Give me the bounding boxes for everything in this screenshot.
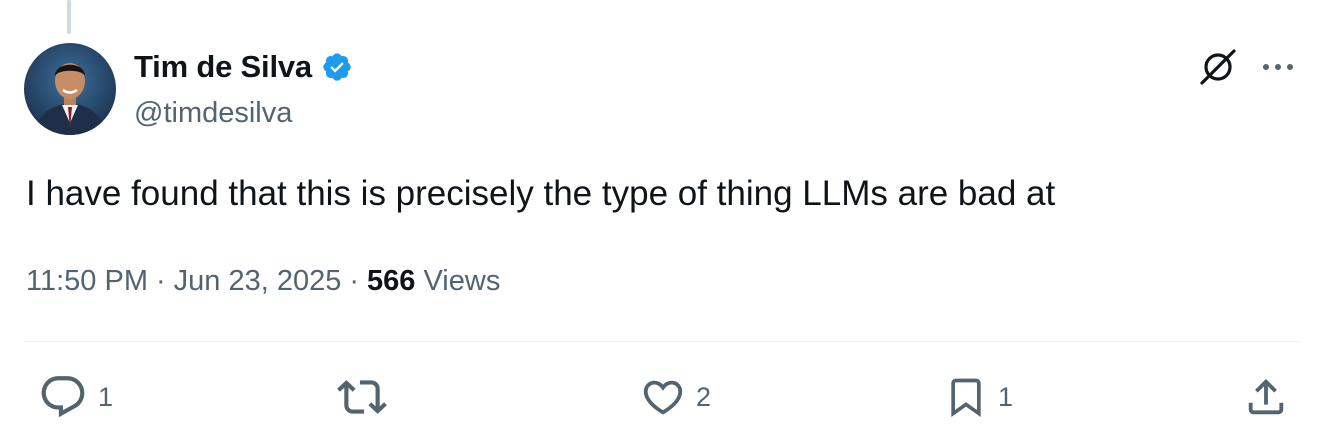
- grok-icon[interactable]: [1196, 45, 1240, 89]
- tweet-date[interactable]: Jun 23, 2025: [174, 265, 342, 297]
- views-count: 566: [367, 265, 416, 297]
- meta-separator: ·: [349, 265, 360, 297]
- avatar[interactable]: [24, 43, 116, 135]
- share-button[interactable]: [1243, 372, 1299, 422]
- repost-icon: [337, 380, 387, 414]
- reply-icon: [41, 376, 85, 418]
- share-icon: [1248, 378, 1284, 415]
- bookmark-button[interactable]: 1: [944, 372, 1013, 422]
- divider: [24, 341, 1300, 342]
- meta-separator: ·: [155, 265, 166, 297]
- author-name[interactable]: Tim de Silva: [134, 47, 312, 87]
- author-name-row[interactable]: Tim de Silva: [134, 47, 353, 87]
- avatar-image: [24, 43, 116, 135]
- views-label: Views: [423, 265, 501, 297]
- reply-button[interactable]: 1: [38, 372, 113, 422]
- more-options-icon[interactable]: [1258, 52, 1298, 82]
- thread-connector-line: [67, 0, 71, 34]
- verified-badge-icon: [323, 53, 351, 81]
- bookmark-count: 1: [998, 381, 1014, 412]
- tweet-text: I have found that this is precisely the …: [26, 174, 1056, 213]
- tweet-metadata: 11:50 PM · Jun 23, 2025 · 566 Views: [26, 262, 500, 300]
- tweet-time[interactable]: 11:50 PM: [26, 265, 148, 297]
- bookmark-icon: [951, 378, 981, 418]
- like-count: 2: [696, 381, 712, 412]
- like-button[interactable]: 2: [640, 372, 711, 422]
- author-handle[interactable]: @timdesilva: [134, 94, 292, 132]
- heart-icon: [643, 380, 683, 415]
- repost-button[interactable]: [337, 372, 397, 422]
- reply-count: 1: [98, 381, 114, 412]
